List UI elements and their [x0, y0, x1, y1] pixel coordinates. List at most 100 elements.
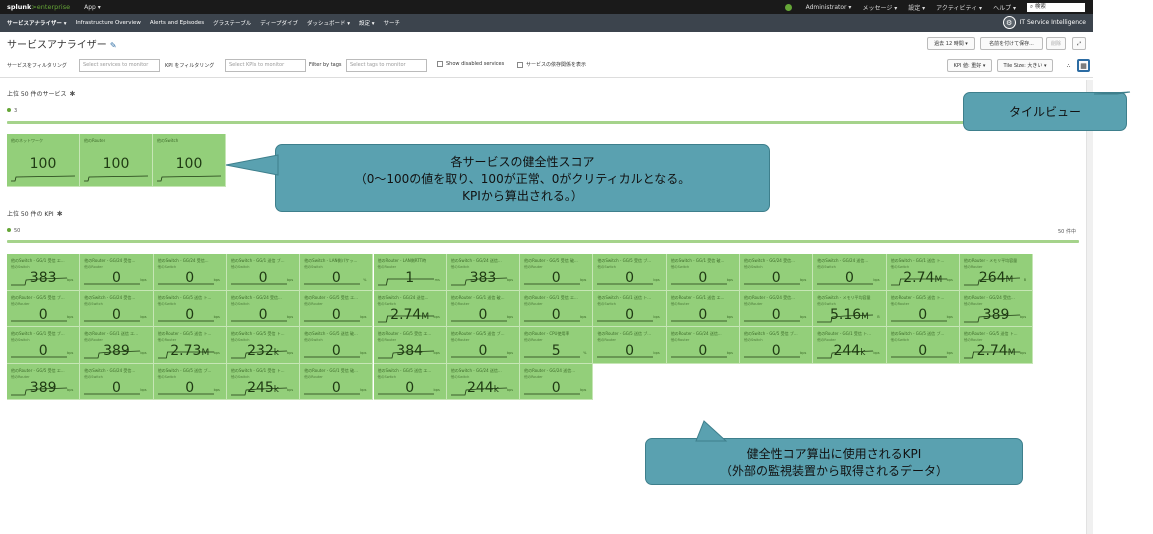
global-search-input[interactable]: ⌕ 検索	[1027, 2, 1085, 12]
kpi-tile-unit: bps	[946, 278, 953, 282]
kpi-tile-unit: bps	[213, 278, 220, 282]
kpi-tile-sparkline	[304, 320, 361, 321]
tree-view-icon[interactable]: ⛬	[1063, 59, 1074, 72]
service-tile[interactable]: 他のRouter 100	[80, 134, 153, 187]
kpi-tile[interactable]: 他のRouter - GG/5 送信 ト... 他のRouter 2.74M bps	[959, 327, 1034, 364]
kpi-tile[interactable]: 他のSwitch - GG/5 受信 ブ... 他のSwitch 0 bps	[593, 254, 667, 291]
edit-pencil-icon[interactable]: ✎	[110, 41, 117, 50]
kpi-tile[interactable]: 他のRouter - GG/24 送信... 他のRouter 0 bps	[520, 363, 594, 401]
nav-infrastructure-overview[interactable]: Infrastructure Overview	[76, 20, 141, 26]
kpi-tile[interactable]: 他のRouter - GG/1 受信 エ... 他のRouter 0 bps	[520, 290, 594, 328]
nav-settings[interactable]: 設定 ▾	[359, 19, 375, 27]
activity-menu[interactable]: アクティビティ ▾	[936, 3, 982, 12]
service-tile[interactable]: 他のネットワーク 100	[7, 134, 80, 187]
kpi-tile[interactable]: 他のSwitch - GG/5 送信 破... 他のSwitch 0 bps	[300, 327, 374, 364]
show-disabled-checkbox[interactable]: Show disabled services	[437, 61, 504, 67]
kpi-tile[interactable]: 他のSwitch - GG/24 受信... 他のSwitch 0 bps	[740, 254, 814, 291]
nav-deep-dive[interactable]: ディープダイブ	[260, 19, 298, 27]
kpi-tile-sparkline	[670, 283, 727, 285]
kpi-tile[interactable]: 他のSwitch - GG/24 送信... 他のSwitch 2.74M bps	[373, 290, 447, 328]
kpi-tile[interactable]: 他のRouter - GG/1 送信 破... 他のRouter 0 bps	[446, 290, 521, 328]
settings-menu[interactable]: 設定 ▾	[908, 3, 925, 12]
kpi-tile-unit: bps	[653, 351, 660, 356]
kpi-tile[interactable]: 他のSwitch - GG/1 送信 ト... 他のSwitch 2.74M bps	[886, 254, 960, 291]
kpi-tile-unit: %	[583, 351, 587, 356]
kpi-tile[interactable]: 他のSwitch - GG/1 受信 ブ... 他のSwitch 0 bps	[7, 327, 81, 364]
kpi-tile[interactable]: 他のRouter - GG/1 受信 破... 他のRouter 0 bps	[300, 363, 374, 401]
kpi-tile[interactable]: 他のSwitch - GG/24 受信... 他のSwitch 0 bps	[153, 254, 227, 291]
kpi-tile[interactable]: 他のSwitch - GG/5 送信 ト... 他のSwitch 0 bps	[153, 290, 227, 328]
kpi-tile[interactable]: 他のRouter - GG/1 受信 ト... 他のRouter 244k bps	[813, 327, 887, 364]
kpi-tile[interactable]: 他のSwitch - メモリ平均容量 他のSwitch 5.16M B	[813, 290, 887, 328]
kpi-tile-sparkline	[157, 393, 214, 395]
show-dependencies-checkbox[interactable]: サービスの依存関係を表示	[517, 61, 586, 68]
help-menu[interactable]: ヘルプ ▾	[993, 3, 1016, 12]
scrollbar[interactable]	[1086, 80, 1093, 534]
kpi-tile[interactable]: 他のSwitch - GG/5 受信 ブ... 他のSwitch 0 bps	[740, 327, 814, 364]
nav-search[interactable]: サーチ	[384, 19, 401, 27]
messages-menu[interactable]: メッセージ ▾	[862, 3, 897, 12]
nav-service-analyzer[interactable]: サービスアナライザー ▾	[7, 19, 67, 27]
kpi-tile[interactable]: 他のRouter - GG/24 受信... 他のRouter 389 bps	[959, 290, 1034, 328]
expand-icon[interactable]: ⤢	[1072, 37, 1086, 50]
save-as-button[interactable]: 名前を付けて保存...	[980, 37, 1043, 50]
kpi-tile[interactable]: 他のRouter - GG/5 送信 ブ... 他のRouter 0 bps	[446, 327, 521, 364]
tags-filter-input[interactable]: Select tags to monitor	[346, 59, 427, 72]
kpi-tile[interactable]: 他のSwitch - GG/5 送信 ブ... 他のSwitch 0 bps	[886, 327, 960, 364]
kpi-tile[interactable]: 他のSwitch - GG/24 送信... 他のSwitch 383 bps	[446, 254, 521, 291]
kpi-tile[interactable]: 他のRouter - CPU使用率 他のRouter 5%	[520, 327, 594, 364]
kpi-tile-sparkline	[450, 387, 507, 396]
kpi-tile[interactable]: 他のRouter - GG/5 送信 ブ... 他のRouter 0 bps	[593, 327, 667, 364]
kpi-tile[interactable]: 他のRouter - GG/5 受信 エ... 他のRouter 0 bps	[300, 290, 374, 328]
kpi-tile[interactable]: 他のSwitch - GG/5 送信 エ... 他のSwitch 0 bps	[373, 363, 447, 401]
kpi-tile[interactable]: 他のRouter - GG/5 受信 破... 他のRouter 0 bps	[520, 254, 594, 291]
nav-alerts-episodes[interactable]: Alerts and Episodes	[150, 20, 204, 26]
kpi-tile[interactable]: 他のSwitch - LAN側パケッ... 他のSwitch 0%	[300, 254, 374, 291]
gear-icon[interactable]: ✱	[69, 90, 75, 98]
kpi-tile[interactable]: 他のSwitch - GG/5 受信 ト... 他のSwitch 232k bps	[226, 327, 301, 364]
kpi-sort-dropdown[interactable]: KPI 値: 重好 ▾	[947, 59, 992, 72]
kpi-tile[interactable]: 他のRouter - GG/24 送信... 他のRouter 0 bps	[666, 327, 740, 364]
gear-icon[interactable]: ✱	[57, 210, 63, 218]
delete-button[interactable]: 削除	[1046, 37, 1066, 50]
tile-size-dropdown[interactable]: Tile Size: 大きい ▾	[997, 59, 1053, 72]
kpi-tile[interactable]: 他のRouter - GG/5 送信 ト... 他のRouter 2.73M bps	[153, 327, 227, 364]
nav-dashboards[interactable]: ダッシュボード ▾	[307, 19, 350, 27]
kpi-tile[interactable]: 他のRouter - GG/5 受信 エ... 他のRouter 389 bps	[7, 363, 81, 401]
kpi-tile[interactable]: 他のRouter - LAN側RTT時 他のRouter 1 ms	[373, 254, 447, 291]
kpi-tile-name: 他のSwitch - GG/1 送信 ブ...	[230, 258, 285, 263]
kpi-filter-input[interactable]: Select KPIs to monitor	[225, 59, 306, 72]
kpi-tile-name: 他のRouter - GG/1 受信 エ...	[524, 294, 578, 300]
service-filter-input[interactable]: Select services to monitor	[79, 59, 160, 72]
kpi-tile[interactable]: 他のRouter - GG/5 受信 エ... 他のRouter 384 bps	[373, 327, 447, 364]
app-menu[interactable]: App ▾	[84, 4, 101, 11]
kpi-tile[interactable]: 他のSwitch - GG/1 送信 ト... 他のSwitch 0 bps	[593, 290, 667, 328]
kpi-tile[interactable]: 他のRouter - GG/5 送信 ト... 他のRouter 0 bps	[886, 290, 960, 328]
kpi-tile[interactable]: 他のSwitch - GG/1 受信 破... 他のSwitch 0 bps	[666, 254, 740, 291]
kpi-tile[interactable]: 他のRouter - GG/24 受信... 他のRouter 0 bps	[80, 254, 154, 291]
service-tile-sparkline	[11, 175, 75, 182]
kpi-tile[interactable]: 他のRouter - GG/1 送信 エ... 他のRouter 389 bps	[80, 327, 154, 364]
kpi-tile[interactable]: 他のRouter - GG/24 受信... 他のRouter 0 bps	[740, 290, 814, 328]
kpi-tile[interactable]: 他のSwitch - GG/1 受信 エ... 他のSwitch 383 bps	[7, 254, 81, 291]
kpi-tile-sparkline	[450, 320, 507, 321]
admin-menu[interactable]: Administrator ▾	[806, 4, 852, 11]
nav-glass-table[interactable]: グラステーブル	[213, 19, 251, 27]
kpi-tile[interactable]: 他のSwitch - GG/1 送信 ブ... 他のSwitch 0 bps	[226, 254, 301, 291]
time-range-button[interactable]: 過去 12 時間 ▾	[927, 37, 975, 50]
tile-view-icon[interactable]: ▦	[1077, 59, 1090, 72]
kpi-tile[interactable]: 他のSwitch - GG/24 送信... 他のSwitch 244k bps	[446, 363, 521, 401]
kpi-tile[interactable]: 他のSwitch - GG/5 送信 ブ... 他のSwitch 0 bps	[153, 363, 227, 401]
kpi-tile[interactable]: 他のSwitch - GG/24 受信... 他のSwitch 0 bps	[80, 363, 154, 401]
kpi-tile-sparkline	[377, 393, 434, 395]
kpi-tile[interactable]: 他のSwitch - GG/24 受信... 他のSwitch 0 bps	[80, 290, 154, 328]
service-tile[interactable]: 他のSwitch 100	[153, 134, 226, 187]
kpi-tile[interactable]: 他のSwitch - GG/24 受信... 他のSwitch 0 bps	[226, 290, 301, 328]
kpi-tile-unit: bps	[726, 314, 733, 319]
splunk-logo[interactable]: splunk>enterprise	[7, 3, 70, 11]
kpi-tile[interactable]: 他のRouter - メモリ平均容量 他のRouter 264M B	[959, 254, 1034, 291]
kpi-tile[interactable]: 他のSwitch - GG/1 受信 ト... 他のSwitch 245k bps	[226, 363, 301, 401]
kpi-tile[interactable]: 他のRouter - GG/1 送信 エ... 他のRouter 0 bps	[666, 290, 740, 328]
kpi-tile[interactable]: 他のSwitch - GG/24 送信... 他のSwitch 0 bps	[813, 254, 887, 291]
kpi-tile[interactable]: 他のRouter - GG/5 受信 ブ... 他のRouter 0 bps	[7, 290, 81, 328]
